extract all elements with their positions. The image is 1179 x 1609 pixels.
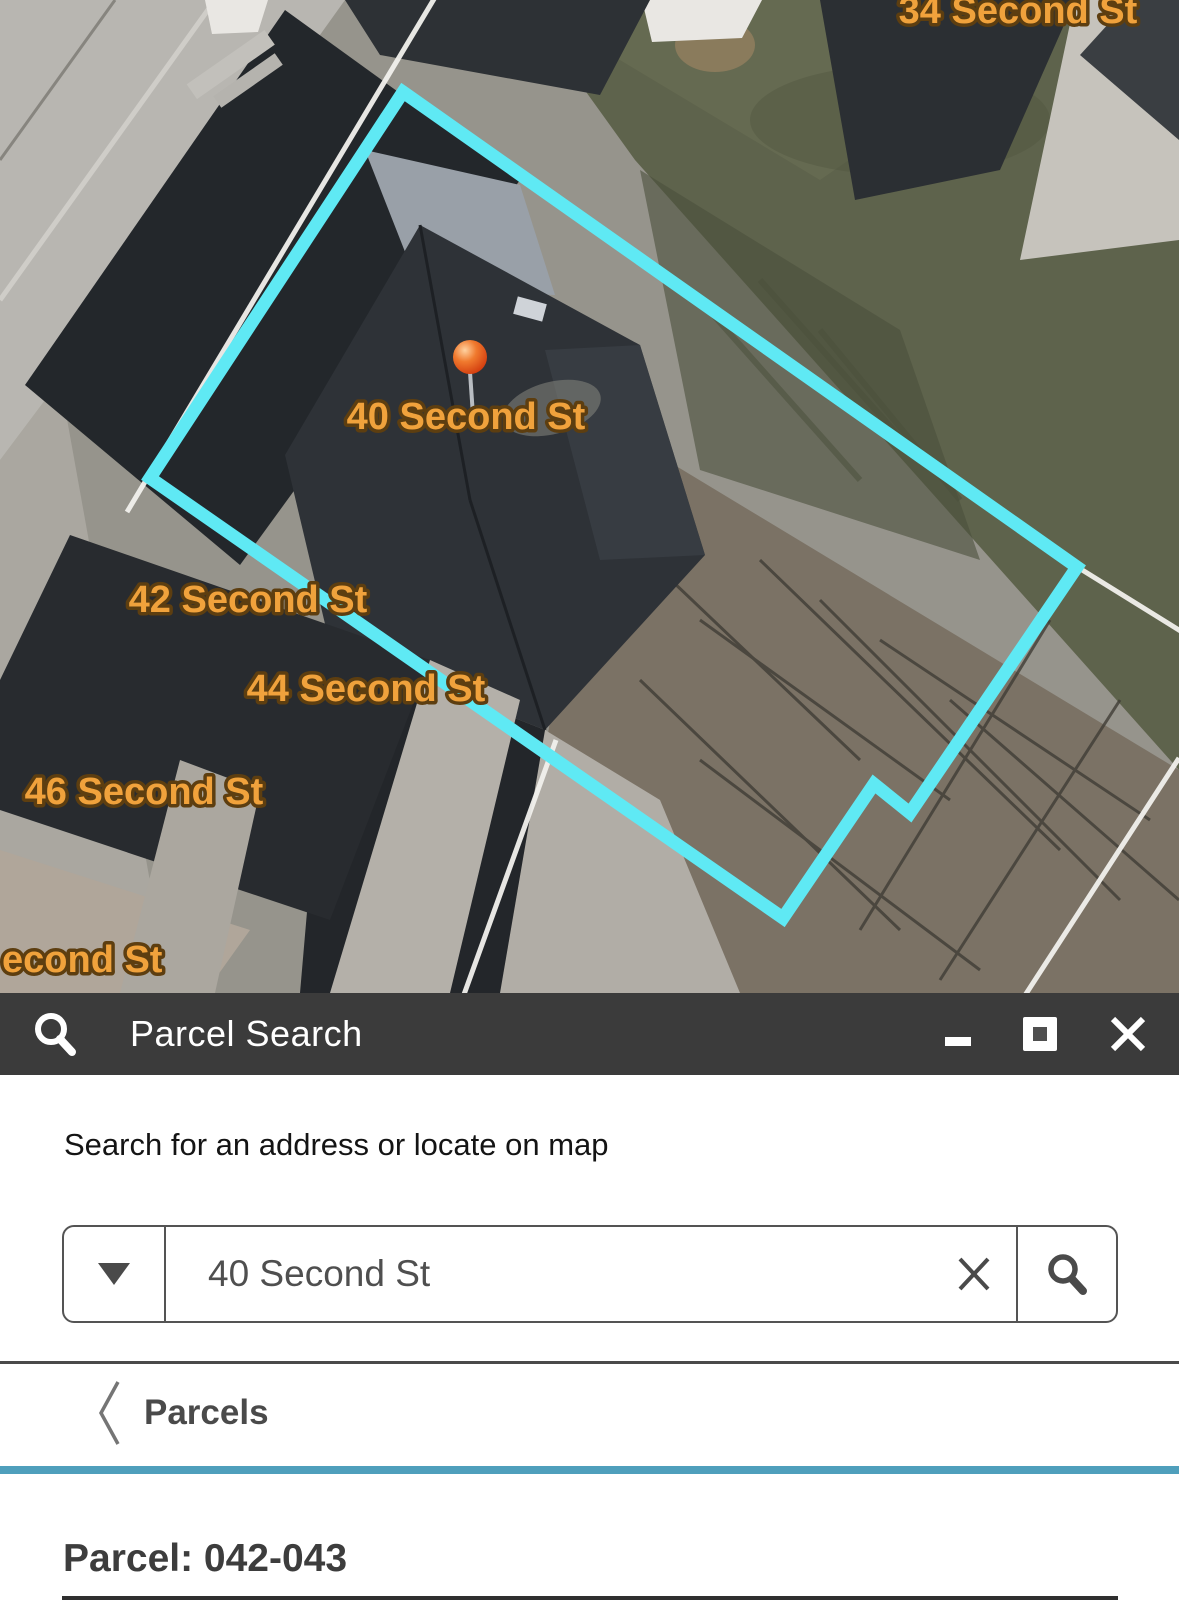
clear-search-button[interactable] [932,1227,1016,1321]
panel-titlebar: Parcel Search [0,993,1179,1075]
restore-icon [1023,1017,1057,1051]
minimize-icon [945,1037,971,1046]
address-search-input[interactable] [166,1227,932,1321]
close-button[interactable] [1109,1015,1147,1053]
x-icon [955,1255,993,1293]
address-label: 44 Second St [247,668,486,710]
window-controls [945,1015,1147,1053]
search-icon [32,1011,78,1057]
accent-divider [0,1466,1179,1474]
breadcrumb-parcels[interactable]: Parcels [96,1378,269,1448]
aerial-photo: 34 Second St 40 Second St 42 Second St 4… [0,0,1179,993]
panel-title: Parcel Search [130,1013,363,1055]
chevron-left-icon [96,1378,122,1448]
address-label: 34 Second St [899,0,1138,32]
vehicle [205,0,268,34]
panel-body: Search for an address or locate on map [0,1075,1179,1609]
divider [62,1596,1118,1600]
aerial-map[interactable]: 34 Second St 40 Second St 42 Second St 4… [0,0,1179,993]
close-icon [1109,1015,1147,1053]
magnifier-icon [1045,1252,1089,1296]
triangle-down-icon [98,1263,130,1285]
minimize-button[interactable] [945,1023,971,1046]
breadcrumb-label: Parcels [144,1393,269,1433]
address-label: 46 Second St [25,771,264,813]
parcel-search-app: 34 Second St 40 Second St 42 Second St 4… [0,0,1179,1609]
restore-button[interactable] [1023,1017,1057,1051]
address-search-group [62,1225,1118,1323]
search-instructions: Search for an address or locate on map [64,1127,609,1163]
divider [0,1361,1179,1364]
search-options-dropdown[interactable] [64,1227,166,1321]
search-submit-button[interactable] [1018,1227,1116,1321]
parcel-heading: Parcel: 042-043 [63,1537,347,1581]
address-label: 42 Second St [129,579,368,621]
address-label: 40 Second St [347,396,586,438]
address-label: econd St [2,939,163,981]
